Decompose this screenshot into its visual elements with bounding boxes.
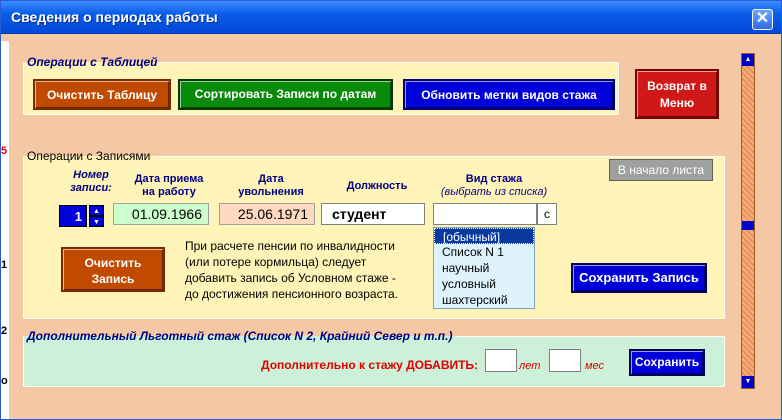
fire-date-header: Дата увольнения xyxy=(225,173,317,199)
sheet-fragment: 1 xyxy=(1,259,8,271)
service-type-dropdown-button[interactable]: c xyxy=(537,203,557,225)
dialog-window: Сведения о периодах работы ✕ 5 1 2 о Опе… xyxy=(0,0,782,420)
window-title: Сведения о периодах работы xyxy=(11,9,218,25)
header-line: Номер xyxy=(73,169,109,181)
sheet-fragment: о xyxy=(1,375,8,387)
scroll-thumb[interactable] xyxy=(742,221,754,230)
return-line-2: Меню xyxy=(659,96,695,110)
position-header: Должность xyxy=(346,180,408,192)
sort-records-button[interactable]: Сортировать Записи по датам xyxy=(178,79,393,110)
save-extra-button[interactable]: Сохранить xyxy=(629,349,705,376)
triangle-down-icon: ▼ xyxy=(744,378,752,385)
header-line: записи: xyxy=(70,182,112,194)
dialog-content: Операции с Таблицей Очистить Таблицу Сор… xyxy=(9,35,741,409)
triangle-down-icon: ▼ xyxy=(93,219,100,226)
sheet-fragment: 2 xyxy=(1,325,8,337)
scroll-up-button[interactable]: ▲ xyxy=(742,54,754,66)
note-line: до достижения пенсионного возраста. xyxy=(185,287,398,301)
note-line: добавить запись об Условном стаже - xyxy=(185,271,396,285)
triangle-up-icon: ▲ xyxy=(93,208,100,215)
close-icon: ✕ xyxy=(755,10,770,27)
scroll-down-button[interactable]: ▼ xyxy=(742,376,754,388)
close-button[interactable]: ✕ xyxy=(752,9,773,30)
header-line: Дата приема xyxy=(134,173,204,185)
header-line: Дата xyxy=(258,173,284,185)
extra-add-label: Дополнительно к стажу ДОБАВИТЬ: xyxy=(261,358,479,372)
go-to-top-button[interactable]: В начало листа xyxy=(609,159,713,181)
button-line: Запись xyxy=(91,272,135,286)
hire-date-field[interactable]: 01.09.1966 xyxy=(113,203,209,225)
vertical-scrollbar[interactable]: ▲ ▼ xyxy=(741,53,755,389)
fire-date-field[interactable]: 25.06.1971 xyxy=(219,203,315,225)
clear-record-button[interactable]: Очистить Запись xyxy=(61,247,165,292)
years-field[interactable] xyxy=(485,349,517,372)
refresh-labels-button[interactable]: Обновить метки видов стажа xyxy=(403,79,615,110)
list-item[interactable]: Список N 1 xyxy=(434,244,534,260)
clear-table-button[interactable]: Очистить Таблицу xyxy=(33,79,171,110)
list-item[interactable]: [обычный] xyxy=(434,228,534,244)
button-line: Очистить xyxy=(84,256,142,270)
triangle-up-icon: ▲ xyxy=(744,56,752,63)
service-type-combo[interactable] xyxy=(433,203,537,225)
note-line: При расчете пенсии по инвалидности xyxy=(185,239,395,253)
pension-note: При расчете пенсии по инвалидности (или … xyxy=(185,238,421,302)
months-field[interactable] xyxy=(549,349,581,372)
list-item[interactable]: условный xyxy=(434,276,534,292)
record-number-field[interactable]: 1 xyxy=(59,205,87,227)
service-type-header: Вид стажа (выбрать из списка) xyxy=(429,173,559,199)
title-bar[interactable]: Сведения о периодах работы ✕ xyxy=(1,1,781,34)
header-line: Вид стажа xyxy=(465,173,523,185)
header-hint: (выбрать из списка) xyxy=(440,186,548,198)
years-unit-label: лет xyxy=(519,360,541,372)
header-line: увольнения xyxy=(238,186,304,198)
left-sheet-edge: 5 1 2 о xyxy=(1,41,9,419)
spin-down-button[interactable]: ▼ xyxy=(89,216,104,227)
spin-up-button[interactable]: ▲ xyxy=(89,205,104,216)
record-number-header: Номер записи: xyxy=(61,169,121,195)
months-unit-label: мес xyxy=(585,360,605,372)
extra-service-legend: Дополнительный Льготный стаж (Список N 2… xyxy=(27,329,453,343)
service-type-list[interactable]: [обычный] Список N 1 научный условный ша… xyxy=(433,227,535,309)
list-item[interactable]: научный xyxy=(434,260,534,276)
sheet-fragment: 5 xyxy=(1,145,8,157)
note-line: (или потере кормильца) следует xyxy=(185,255,367,269)
save-record-button[interactable]: Сохранить Запись xyxy=(571,263,707,293)
list-item[interactable]: шахтерский xyxy=(434,292,534,308)
header-line: на работу xyxy=(142,186,196,198)
position-field[interactable]: студент xyxy=(321,203,425,225)
record-operations-legend: Операции с Записями xyxy=(27,149,151,163)
table-operations-legend: Операции с Таблицей xyxy=(27,55,158,69)
hire-date-header: Дата приема на работу xyxy=(121,173,217,199)
return-line-1: Возврат в xyxy=(647,79,707,93)
return-to-menu-button[interactable]: Возврат в Меню xyxy=(635,69,719,119)
